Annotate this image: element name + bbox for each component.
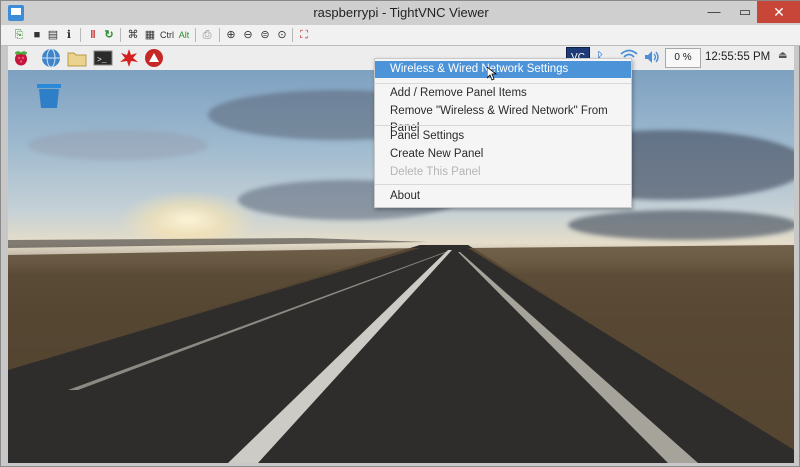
- menu-item-delete-this-panel: Delete This Panel: [390, 166, 481, 178]
- zoom-100-icon[interactable]: ⊜: [257, 27, 273, 43]
- toolbar-separator: [80, 28, 81, 42]
- menu-item-add-remove-panel-items[interactable]: Add / Remove Panel Items: [375, 85, 631, 102]
- volume-icon[interactable]: [643, 49, 661, 68]
- menu-item-panel-settings[interactable]: Panel Settings: [375, 128, 631, 145]
- new-connection-icon[interactable]: ⎘: [11, 27, 27, 43]
- clock[interactable]: 12:55:55 PM: [705, 51, 770, 63]
- file-manager-icon[interactable]: [67, 48, 87, 68]
- panel-context-menu: Wireless & Wired Network Settings Add / …: [374, 58, 632, 208]
- zoom-in-icon[interactable]: ⊕: [223, 27, 239, 43]
- win-key-icon[interactable]: ▦: [142, 27, 158, 43]
- svg-text:>_: >_: [97, 56, 107, 65]
- fullscreen-icon[interactable]: ⛶: [296, 27, 312, 43]
- menu-item-about[interactable]: About: [375, 188, 631, 205]
- save-session-icon[interactable]: ■: [29, 27, 45, 43]
- window-title: raspberrypi - TightVNC Viewer: [313, 5, 489, 20]
- alt-lock-button[interactable]: Alt: [177, 27, 191, 43]
- pause-icon[interactable]: ‖: [85, 27, 101, 43]
- trash-icon[interactable]: [35, 81, 63, 109]
- vnc-toolbar: ⎘ ■ ▤ ℹ ‖ ↻ ⌘ ▦ Ctrl Alt ⎙ ⊕ ⊖ ⊜ ⊙ ⛶: [1, 25, 800, 46]
- menu-item-create-new-panel[interactable]: Create New Panel: [375, 146, 631, 163]
- toolbar-separator: [219, 28, 220, 42]
- terminal-icon[interactable]: >_: [93, 48, 113, 68]
- mouse-cursor-icon: [486, 66, 498, 81]
- raspberry-menu-icon[interactable]: [11, 48, 31, 68]
- math-kernel-icon[interactable]: [119, 48, 139, 68]
- menu-separator: [375, 125, 631, 126]
- ctrl-alt-del-icon[interactable]: ⌘: [125, 27, 141, 43]
- title-bar[interactable]: raspberrypi - TightVNC Viewer — ▭ ✕: [1, 1, 800, 25]
- transfer-files-icon[interactable]: ⎙: [199, 27, 215, 43]
- menu-separator: [375, 83, 631, 84]
- zoom-out-icon[interactable]: ⊖: [240, 27, 256, 43]
- cpu-usage-monitor[interactable]: 0 %: [665, 48, 701, 68]
- close-button[interactable]: ✕: [757, 1, 800, 23]
- refresh-icon[interactable]: ↻: [101, 27, 117, 43]
- menu-item-remove-from-panel[interactable]: Remove "Wireless & Wired Network" From P…: [375, 103, 631, 134]
- toolbar-separator: [120, 28, 121, 42]
- toolbar-separator: [292, 28, 293, 42]
- toolbar-separator: [195, 28, 196, 42]
- ctrl-lock-button[interactable]: Ctrl: [158, 27, 176, 43]
- eject-icon[interactable]: ⏏: [778, 50, 787, 61]
- web-browser-icon[interactable]: [41, 48, 61, 68]
- connection-info-icon[interactable]: ℹ: [61, 27, 77, 43]
- menu-separator: [375, 184, 631, 185]
- minimize-button[interactable]: —: [698, 1, 730, 23]
- vnc-window: raspberrypi - TightVNC Viewer — ▭ ✕ ⎘ ■ …: [0, 0, 800, 467]
- copy-clipboard-icon[interactable]: ▤: [45, 27, 61, 43]
- zoom-fit-icon[interactable]: ⊙: [274, 27, 290, 43]
- menu-item-network-settings[interactable]: Wireless & Wired Network Settings: [375, 61, 631, 78]
- wolfram-icon[interactable]: [144, 48, 164, 68]
